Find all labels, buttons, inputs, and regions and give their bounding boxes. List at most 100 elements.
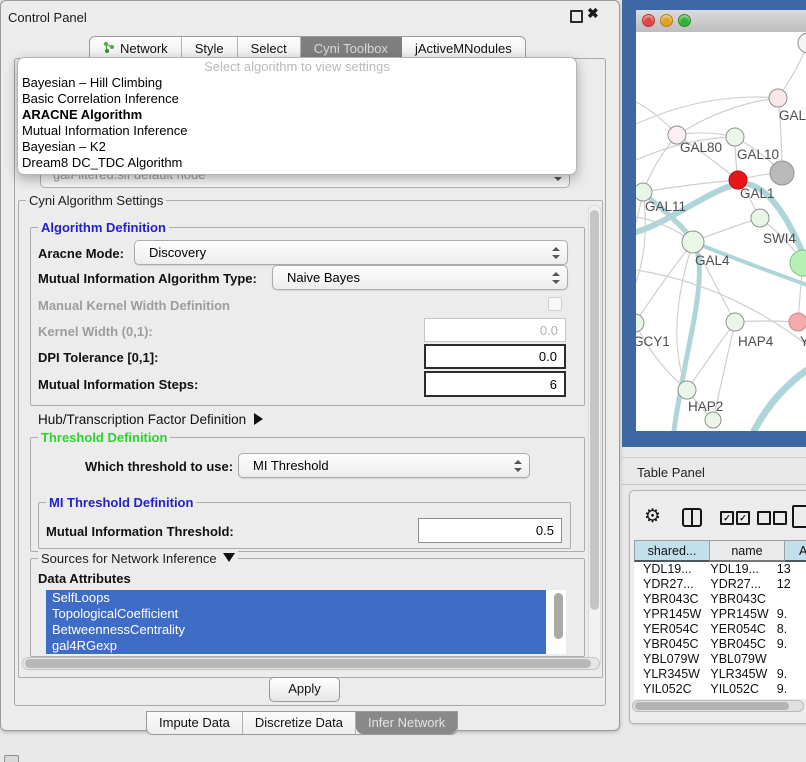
float-window-icon[interactable]	[570, 10, 583, 23]
hub-section-label: Hub/Transcription Factor Definition	[38, 412, 246, 427]
close-icon[interactable]: ✖	[587, 5, 599, 22]
minimize-traffic-light[interactable]	[660, 14, 673, 27]
network-node-label: GAL10	[737, 147, 779, 162]
control-panel-title: Control Panel	[8, 10, 87, 25]
table-row[interactable]: YDR27...YDR27...12	[634, 577, 806, 592]
network-window-titlebar[interactable]	[636, 10, 806, 33]
table-cell: YBL079W	[634, 652, 702, 667]
data-attributes-label: Data Attributes	[38, 571, 131, 586]
unchecked-checkbox-icon[interactable]	[773, 511, 787, 525]
algorithm-dropdown-list: Select algorithm to view settings Bayesi…	[17, 57, 577, 175]
algorithm-option[interactable]: Bayesian – Hill Climbing	[18, 75, 576, 91]
algorithm-option[interactable]: Bayesian – K2	[18, 139, 576, 155]
table-column-header[interactable]: shared...	[634, 540, 710, 562]
mi-threshold-group-title: MI Threshold Definition	[46, 495, 196, 510]
table-row[interactable]: YBL079WYBL079W	[634, 652, 806, 667]
table-panel-title: Table Panel	[637, 465, 705, 480]
tab-infer-network[interactable]: Infer Network	[356, 712, 457, 734]
table-horizontal-scrollbar[interactable]	[632, 700, 804, 712]
data-attribute-item[interactable]: gal4RGexp	[46, 638, 546, 654]
table-function-icon[interactable]	[792, 505, 806, 528]
aracne-mode-combo[interactable]: Discovery	[134, 240, 568, 265]
network-node[interactable]	[726, 313, 744, 331]
unchecked-checkbox-icon[interactable]	[757, 511, 771, 525]
network-node[interactable]	[726, 128, 744, 146]
network-view-canvas[interactable]: GALGAL80GAL10GAL1GAL11SWI4GAL4GCY1HAP4YH…	[636, 32, 806, 431]
network-node[interactable]	[769, 89, 787, 107]
network-node[interactable]	[798, 33, 806, 53]
sources-group-toggle[interactable]: Sources for Network Inference	[38, 551, 238, 566]
combo-stepper-icon	[551, 247, 560, 259]
network-node[interactable]	[790, 250, 806, 276]
aracne-mode-value: Discovery	[149, 241, 206, 264]
network-node[interactable]	[770, 161, 794, 185]
kernel-width-field[interactable]	[424, 318, 566, 342]
table-row[interactable]: YBR045CYBR045C9.	[634, 637, 806, 652]
data-attributes-list: SelfLoopsTopologicalCoefficientBetweenne…	[46, 590, 566, 654]
column-selector-icon[interactable]	[682, 508, 702, 527]
table-row[interactable]: YBR043CYBR043C	[634, 592, 806, 607]
table-cell: 9.	[770, 667, 806, 682]
attributes-scrollbar[interactable]	[554, 593, 563, 639]
kernel-width-label: Kernel Width (0,1):	[38, 324, 153, 339]
algorithm-option[interactable]: Basic Correlation Inference	[18, 91, 576, 107]
table-cell: YBL079W	[702, 652, 769, 667]
network-node[interactable]	[678, 381, 696, 399]
data-attribute-item[interactable]: BetweennessCentrality	[46, 622, 546, 638]
table-row[interactable]: YDL19...YDL19...13	[634, 562, 806, 577]
network-edge	[636, 270, 806, 344]
table-cell: YBR043C	[634, 592, 702, 607]
algorithm-option[interactable]: Dream8 DC_TDC Algorithm	[18, 155, 576, 171]
tab-impute-data[interactable]: Impute Data	[147, 712, 243, 734]
data-attribute-item[interactable]: SelfLoops	[46, 590, 546, 606]
table-cell: 9.	[770, 607, 806, 622]
apply-button[interactable]: Apply	[269, 677, 340, 702]
settings-vertical-scrollbar[interactable]	[588, 205, 601, 669]
data-attribute-item[interactable]: TopologicalCoefficient	[46, 606, 546, 622]
network-node[interactable]	[705, 412, 721, 428]
table-row[interactable]: YLR345WYLR345W9.	[634, 667, 806, 682]
table-cell	[770, 652, 806, 667]
manual-kernel-checkbox[interactable]	[548, 297, 562, 311]
algorithm-dropdown-placeholder: Select algorithm to view settings	[18, 59, 576, 75]
settings-horizontal-scrollbar[interactable]	[22, 657, 600, 670]
table-row[interactable]: YPR145WYPR145W9.	[634, 607, 806, 622]
hub-section-toggle[interactable]: Hub/Transcription Factor Definition	[38, 412, 263, 427]
table-cell: YER054C	[634, 622, 702, 637]
mi-type-combo[interactable]: Naive Bayes	[272, 265, 568, 290]
gear-icon[interactable]: ⚙	[644, 505, 661, 528]
mi-steps-field[interactable]	[424, 371, 566, 397]
network-node[interactable]	[789, 313, 806, 331]
network-node[interactable]	[751, 209, 769, 227]
table-header: shared...nameA	[634, 540, 806, 562]
tab-discretize-data[interactable]: Discretize Data	[243, 712, 356, 734]
network-node-label: GAL4	[695, 253, 730, 268]
tab-network-label: Network	[120, 41, 168, 56]
aracne-mode-label: Aracne Mode:	[38, 246, 124, 261]
network-node-label: HAP4	[738, 334, 774, 349]
zoom-traffic-light[interactable]	[678, 14, 691, 27]
checked-checkbox-icon[interactable]: ✓	[736, 511, 750, 525]
network-node-label: GAL1	[740, 186, 775, 201]
network-node[interactable]	[636, 314, 644, 332]
dpi-tolerance-field[interactable]	[424, 344, 566, 369]
algorithm-option[interactable]: Mutual Information Inference	[18, 123, 576, 139]
table-row[interactable]: YIL052CYIL052C9.	[634, 682, 806, 697]
which-threshold-combo[interactable]: MI Threshold	[238, 453, 530, 478]
table-column-header[interactable]: A	[785, 540, 806, 562]
table-row[interactable]: YER054CYER054C8.	[634, 622, 806, 637]
minimized-panel-icon[interactable]	[4, 755, 19, 762]
network-edge	[636, 242, 693, 323]
network-node-label: GAL	[779, 108, 806, 123]
checked-checkbox-icon[interactable]: ✓	[720, 511, 734, 525]
algorithm-option[interactable]: ARACNE Algorithm	[18, 107, 576, 123]
combo-stepper-icon	[513, 460, 522, 472]
table-cell: YLR345W	[634, 667, 702, 682]
table-cell: YDR27...	[702, 577, 769, 592]
table-cell	[770, 592, 806, 607]
close-traffic-light[interactable]	[642, 14, 655, 27]
algorithm-options: Bayesian – Hill ClimbingBasic Correlatio…	[18, 75, 576, 171]
mi-threshold-field[interactable]	[418, 518, 562, 543]
network-node[interactable]	[682, 231, 704, 253]
table-column-header[interactable]: name	[710, 540, 785, 562]
